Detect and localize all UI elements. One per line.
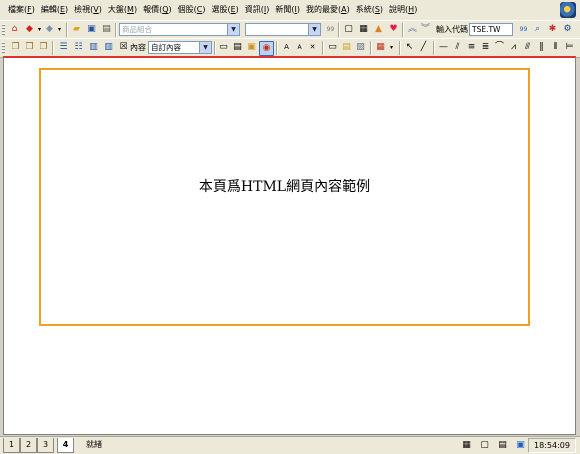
bars-icon[interactable]: ⦀ (549, 41, 562, 54)
chevron-down-icon[interactable]: ▼ (199, 42, 211, 53)
frame-icon[interactable]: ▭ (326, 41, 339, 54)
fit-icon[interactable]: ✕ (306, 41, 319, 54)
menu-market[interactable]: 大盤(M) (106, 5, 141, 15)
page-tab-4[interactable]: 4 (57, 438, 74, 453)
fan-icon[interactable]: ⩘ (507, 41, 520, 54)
menu-bar: 檔案(F) 編輯(E) 檢視(V) 大盤(M) 報價(Q) 個股(C) 選股(E… (0, 0, 580, 21)
menu-view[interactable]: 檢視(V) (72, 5, 106, 15)
split-horizontal-icon[interactable]: ☰ (57, 41, 70, 54)
page-tab-1[interactable]: 1 (3, 438, 20, 453)
search-go-icon[interactable]: 99 (324, 23, 337, 36)
layout-icon[interactable]: ▦ (357, 23, 370, 36)
split-columns-icon[interactable]: ▥ (102, 41, 115, 54)
view-toolbar: ❐ ❐ ❐ ☰ ☷ ▥ ▥ ☒ 內容 自訂內容 ▼ ▭ ▤ ▣ ◉ A A ✕ … (0, 38, 580, 58)
page-tab-2[interactable]: 2 (20, 438, 37, 453)
main-toolbar: ⌂ ◆ ▾ ◆ ▾ ▰ ▣ ▤ 商品組合 ▼ ▼ 99 ▢ ▦ ▲ ♥ ︽ ︾ … (0, 20, 580, 40)
input-code-field[interactable]: TSE.TW (469, 23, 513, 36)
open-folder-icon[interactable]: ▰ (70, 23, 83, 36)
split-rows-icon[interactable]: ☷ (72, 41, 85, 54)
menu-quote[interactable]: 報價(Q) (141, 5, 176, 15)
toolbar-grip[interactable] (2, 24, 5, 36)
save-icon[interactable]: ▣ (85, 23, 98, 36)
gann-icon[interactable]: ⫻ (521, 41, 534, 54)
tools-icon[interactable]: ✱ (546, 23, 559, 36)
toolbar-grip[interactable] (2, 42, 5, 54)
page-tab-3[interactable]: 3 (37, 438, 54, 453)
scroll-up-icon[interactable]: ︽ (406, 23, 419, 36)
settings-icon[interactable]: ⚙ (561, 23, 574, 36)
document-icon[interactable]: ▤ (231, 41, 244, 54)
close-pane-icon[interactable]: ☒ (117, 41, 130, 54)
menu-help[interactable]: 說明(H) (387, 5, 421, 15)
menu-system[interactable]: 系統(S) (354, 5, 387, 15)
clock: 18:54:09 (528, 438, 576, 453)
vertical-lines-icon[interactable]: ‖ (535, 41, 548, 54)
app-logo-icon (560, 2, 576, 18)
note-icon[interactable]: ▤ (340, 41, 353, 54)
menu-stock[interactable]: 個股(C) (176, 5, 210, 15)
window-list-icon[interactable]: ▢ (478, 439, 491, 451)
menu-news[interactable]: 新聞(I) (273, 5, 304, 15)
fibonacci-icon[interactable]: ≣ (479, 41, 492, 54)
html-content-text: 本頁爲HTML網頁內容範例 (198, 179, 371, 195)
query-icon[interactable]: 99 (517, 23, 530, 36)
menu-file[interactable]: 檔案(F) (6, 5, 39, 15)
scroll-down-icon[interactable]: ︾ (419, 23, 432, 36)
chevron-down-icon[interactable]: ▼ (227, 24, 239, 35)
product-combo[interactable]: 商品組合 ▼ (119, 23, 240, 36)
lock-icon[interactable]: ▣ (245, 41, 258, 54)
input-code-label: 輸入代碼 (436, 25, 468, 34)
menu-favorites[interactable]: 我的最愛(A) (304, 5, 354, 15)
menu-screener[interactable]: 選股(E) (209, 5, 242, 15)
html-content-box: 本頁爲HTML網頁內容範例 (39, 68, 530, 326)
horizontal-line-icon[interactable]: — (437, 41, 450, 54)
grid-dropdown-icon[interactable]: ▾ (385, 41, 398, 54)
parallel-lines-icon[interactable]: ⫽ (451, 41, 464, 54)
connection-icon[interactable]: ▣ (514, 439, 527, 451)
forward-dropdown-icon[interactable]: ▾ (53, 23, 66, 36)
pointer-icon[interactable]: ↖ (403, 41, 416, 54)
font-size-up-icon[interactable]: A (280, 41, 293, 54)
chevron-down-icon[interactable]: ▼ (308, 24, 320, 35)
calendar-icon[interactable]: ▦ (460, 439, 473, 451)
content-combo[interactable]: 自訂內容 ▼ (148, 41, 212, 54)
search-icon[interactable]: ⌕ (531, 23, 544, 36)
home-icon[interactable]: ⌂ (8, 23, 21, 36)
print-icon[interactable]: ▤ (100, 23, 113, 36)
split-vertical-icon[interactable]: ▥ (87, 41, 100, 54)
printer-status-icon[interactable]: ▤ (496, 439, 509, 451)
ruler-icon[interactable]: ⊨ (563, 41, 576, 54)
clipboard-icon[interactable]: ❐ (37, 41, 50, 54)
alert-icon[interactable]: ▲ (372, 23, 385, 36)
favorite-heart-icon[interactable]: ♥ (387, 23, 400, 36)
copy-icon[interactable]: ❐ (9, 41, 22, 54)
menu-items: 檔案(F) 編輯(E) 檢視(V) 大盤(M) 報價(Q) 個股(C) 選股(E… (6, 5, 421, 15)
content-label: 內容 (130, 43, 146, 52)
symbol-combo[interactable]: ▼ (245, 23, 321, 36)
arc-icon[interactable]: ⌒ (493, 41, 506, 54)
paste-icon[interactable]: ❐ (23, 41, 36, 54)
menu-info[interactable]: 資訊(I) (243, 5, 274, 15)
window-icon[interactable]: ▢ (342, 23, 355, 36)
html-view-icon[interactable]: ◉ (259, 41, 274, 56)
status-bar: 1 2 3 4 就緒 ▦ ▢ ▤ ▣ 18:54:09 (0, 436, 580, 454)
content-pane: 本頁爲HTML網頁內容範例 (3, 56, 576, 435)
page-icon[interactable]: ▭ (217, 41, 230, 54)
picture-icon[interactable]: ▨ (354, 41, 367, 54)
channel-icon[interactable]: ≡ (465, 41, 478, 54)
status-text: 就緒 (86, 440, 102, 449)
menu-edit[interactable]: 編輯(E) (39, 5, 72, 15)
line-tool-icon[interactable]: ╱ (417, 41, 430, 54)
font-size-down-icon[interactable]: A (293, 41, 306, 54)
